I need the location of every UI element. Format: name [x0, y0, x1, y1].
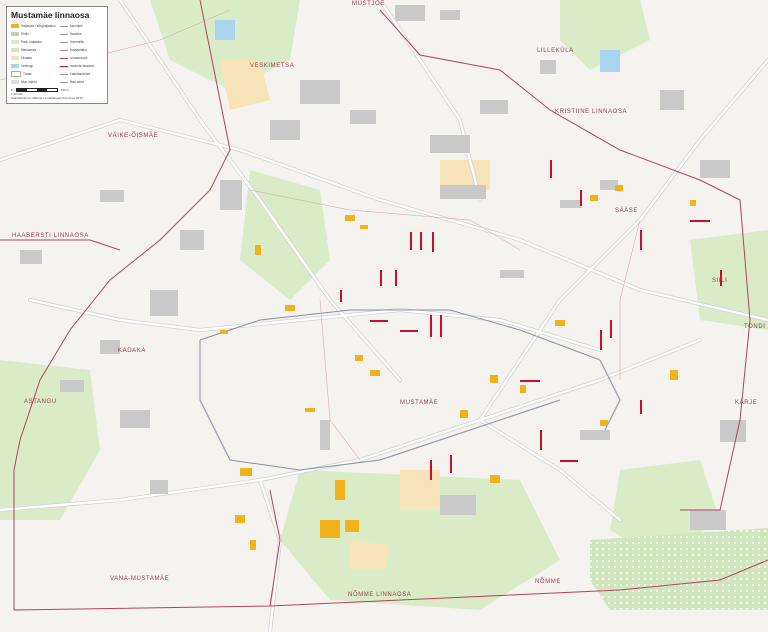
label-haabersti: HAABERSTI LINNAOSA [12, 233, 89, 239]
legend-item: Raudtee [59, 31, 103, 37]
legend-item: Veekogu [11, 63, 56, 69]
label-karje: KÄRJE [735, 399, 757, 406]
legend-label: Trammiliin [69, 40, 85, 44]
legend-line [59, 49, 68, 51]
legend-item: Bussipeatus [59, 47, 103, 53]
legend-label: Bussipeatus [69, 48, 87, 52]
legend-item: Hoonete fassaad [59, 63, 103, 69]
legend-line [59, 65, 68, 67]
legend-label: Muu objekt [21, 80, 37, 84]
map-title: Mustamäe linnaosa [11, 10, 90, 20]
label-vaike-oismae: VÄIKE-ÕISMÄE [108, 132, 158, 139]
label-lillekula: LILLEKÜLA [537, 47, 574, 54]
legend-label: Kaardiandmed [69, 72, 91, 76]
label-saase: SÄÄSE [615, 207, 638, 214]
label-kristiine: KRISTIINE LINNAOSA [555, 109, 627, 115]
map-canvas[interactable]: MUSTJÕE VESKIMETSA LILLEKÜLA KRISTIINE L… [0, 0, 768, 632]
legend-item: Tänav [11, 71, 56, 77]
label-kadaka: KADAKA [118, 348, 146, 354]
legend-line [59, 81, 68, 83]
legend-label: Raudtee [69, 32, 82, 36]
legend-line [59, 25, 68, 27]
legend-label: Tänav [23, 72, 32, 76]
legend-label: Hoonete fassaad [69, 64, 94, 68]
label-nomme-village: NÕMME [535, 578, 561, 585]
legend-label: Ehitis [21, 32, 29, 36]
legend-swatch [11, 80, 19, 84]
legend-swatch [11, 48, 19, 52]
legend-label: Asumipiir [69, 24, 83, 28]
legend-label: Maa-amet [69, 80, 84, 84]
legend-line [59, 33, 68, 35]
forest-area [590, 528, 768, 610]
legend-swatch [11, 71, 21, 77]
legend-line [59, 41, 68, 43]
scale-tick-end: 500 m [60, 88, 70, 92]
legend-label: Park, haljastus [21, 40, 42, 44]
map-legend: Mustamäe linnaosa Haljasala / kõrghaljas… [6, 6, 108, 104]
legend-swatch [11, 64, 19, 68]
legend-item: Asumipiir [59, 23, 103, 29]
label-nomme-linnaosa: NÕMME LINNAOSA [348, 591, 411, 598]
legend-label: Linnaosa piir [69, 56, 88, 60]
label-siili: SIILI [712, 278, 727, 284]
map-source: Kaardiandmed: Tallinna Linnaplaneerimise… [11, 96, 83, 100]
label-tondi: TONDI [744, 324, 766, 330]
legend-item: Ehitis [11, 31, 56, 37]
legend-item: Trammiliin [59, 39, 103, 45]
label-astangu: ASTANGU [24, 399, 57, 405]
legend-swatch [11, 40, 19, 44]
legend-line [59, 73, 68, 75]
label-mustjoe: MUSTJÕE [352, 0, 385, 7]
legend-swatch [11, 56, 19, 60]
legend-item: Haljasala / kõrghaljastus [11, 23, 56, 29]
legend-grid: Haljasala / kõrghaljastus Asumipiir Ehit… [11, 23, 103, 85]
legend-line [59, 57, 68, 59]
map-container[interactable]: MUSTJÕE VESKIMETSA LILLEKÜLA KRISTIINE L… [0, 0, 768, 632]
legend-label: Haljasala / kõrghaljastus [21, 24, 56, 28]
legend-item: Maa-amet [59, 79, 103, 85]
legend-item: Liivaala [11, 55, 56, 61]
label-veskimetsa: VESKIMETSA [250, 63, 294, 69]
legend-swatch [11, 32, 19, 36]
label-vana-mustamae: VANA-MUSTAMÄE [110, 575, 169, 582]
legend-item: Metsamaa [11, 47, 56, 53]
legend-label: Liivaala [21, 56, 32, 60]
legend-item: Muu objekt [11, 79, 56, 85]
legend-item: Park, haljastus [11, 39, 56, 45]
legend-swatch [11, 24, 19, 28]
legend-label: Veekogu [21, 64, 34, 68]
legend-label: Metsamaa [21, 48, 36, 52]
label-mustamae: MUSTAMÄE [400, 399, 438, 406]
legend-item: Kaardiandmed [59, 71, 103, 77]
legend-item: Linnaosa piir [59, 55, 103, 61]
